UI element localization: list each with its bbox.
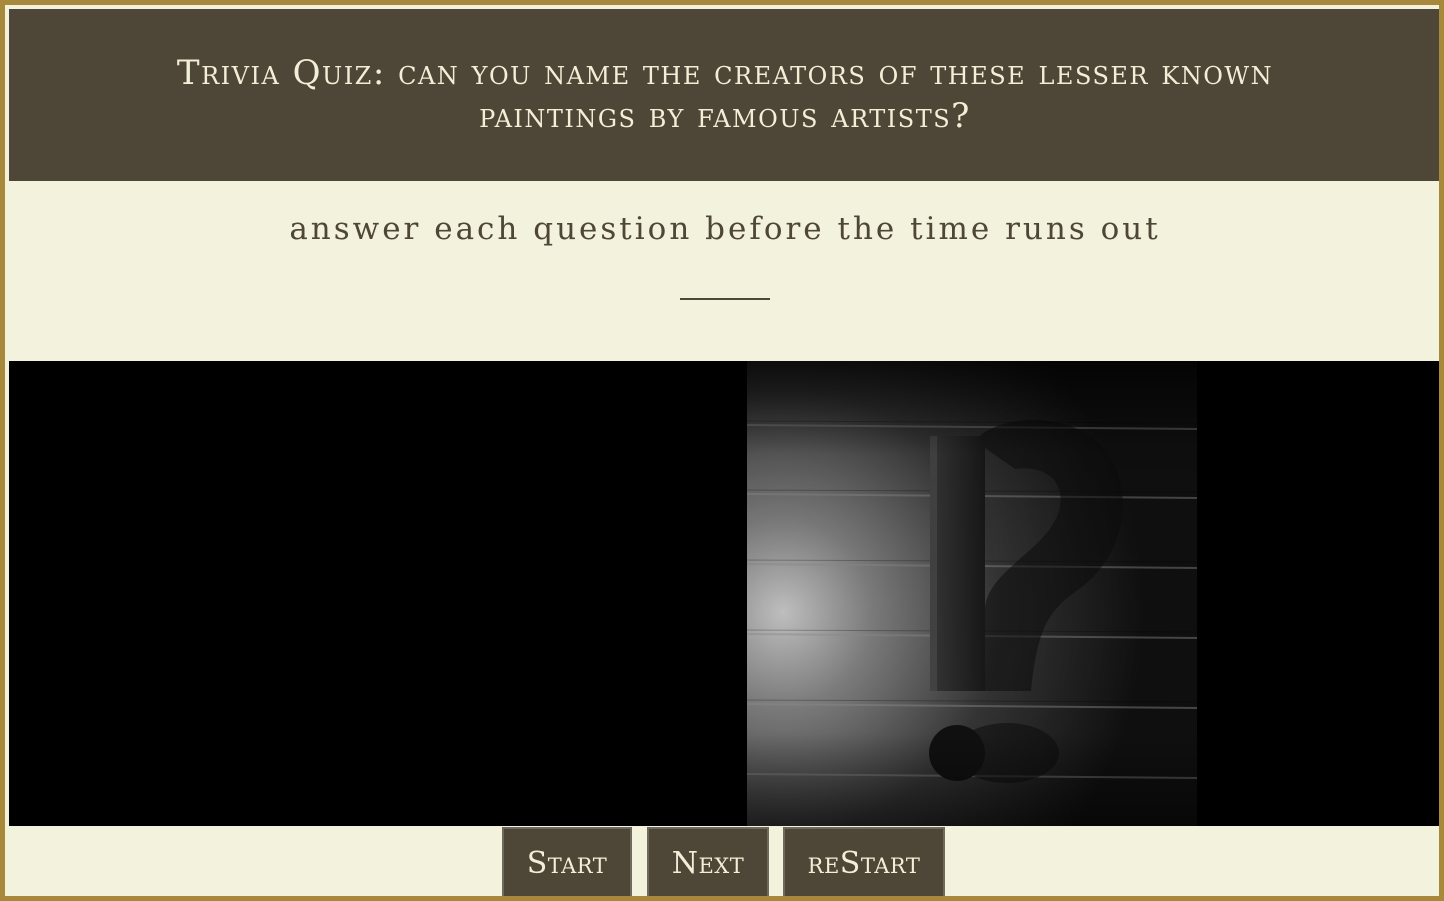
question-media-area [9, 361, 1439, 826]
restart-button[interactable]: reStart [783, 827, 945, 896]
instruction-text: answer each question before the time run… [289, 211, 1161, 247]
instructions-section: answer each question before the time run… [9, 181, 1439, 361]
quiz-frame: Trivia Quiz: can you name the creators o… [0, 0, 1444, 901]
question-mark-image [747, 361, 1197, 826]
quiz-controls: Start Next reStart [9, 826, 1439, 896]
page-title: Trivia Quiz: can you name the creators o… [176, 53, 1274, 136]
section-divider [680, 298, 770, 300]
page-header: Trivia Quiz: can you name the creators o… [9, 9, 1439, 181]
next-button[interactable]: Next [647, 827, 769, 896]
start-button[interactable]: Start [502, 827, 632, 896]
